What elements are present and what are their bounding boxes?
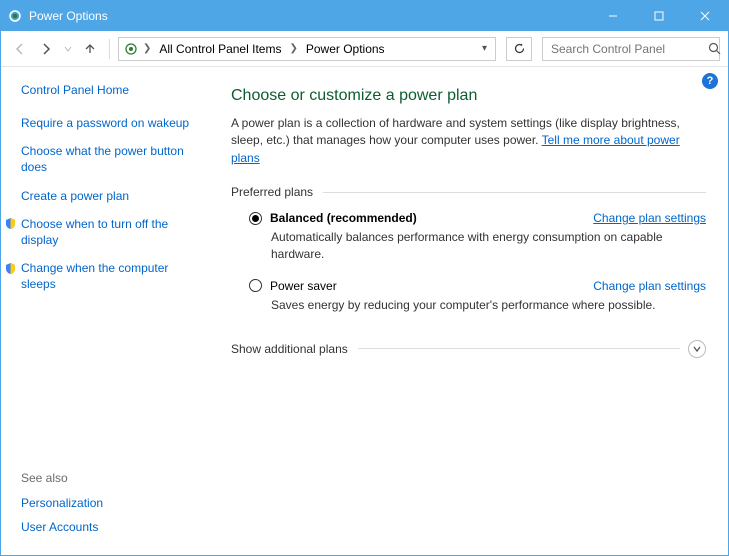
page-heading: Choose or customize a power plan: [231, 87, 706, 105]
close-button[interactable]: [682, 1, 728, 31]
sidebar: Control Panel Home Require a password on…: [1, 67, 211, 555]
see-also-label: See also: [21, 471, 201, 485]
plan-name[interactable]: Balanced (recommended): [270, 211, 417, 225]
sidebar-link-create-plan[interactable]: Create a power plan: [21, 188, 201, 204]
refresh-button[interactable]: [506, 37, 532, 61]
address-bar[interactable]: ❯ All Control Panel Items ❯ Power Option…: [118, 37, 496, 61]
sidebar-link-require-password[interactable]: Require a password on wakeup: [21, 115, 201, 131]
navbar: ❯ All Control Panel Items ❯ Power Option…: [1, 31, 728, 67]
group-title: Preferred plans: [231, 185, 313, 199]
help-button[interactable]: ?: [702, 73, 718, 89]
minimize-button[interactable]: [590, 1, 636, 31]
plan-radio-power-saver[interactable]: [249, 279, 262, 292]
see-also-user-accounts[interactable]: User Accounts: [21, 519, 201, 535]
divider: [358, 348, 680, 349]
main-content: ? Choose or customize a power plan A pow…: [211, 67, 728, 555]
see-also-section: See also Personalization User Accounts: [21, 471, 201, 545]
preferred-plans-label: Preferred plans: [231, 185, 706, 199]
plan-header: Balanced (recommended) Change plan setti…: [249, 211, 706, 225]
plan-header: Power saver Change plan settings: [249, 279, 706, 293]
show-additional-label: Show additional plans: [231, 342, 358, 356]
breadcrumb-power-options[interactable]: Power Options: [302, 42, 389, 56]
control-panel-home-link[interactable]: Control Panel Home: [21, 83, 201, 97]
divider: [323, 192, 706, 193]
back-button[interactable]: [9, 38, 31, 60]
window-title: Power Options: [29, 9, 108, 23]
page-description: A power plan is a collection of hardware…: [231, 115, 706, 167]
window-buttons: [590, 1, 728, 31]
control-panel-icon: [123, 41, 139, 57]
address-dropdown[interactable]: ▾: [478, 43, 491, 54]
shield-icon: [3, 261, 17, 275]
plan-name[interactable]: Power saver: [270, 279, 337, 293]
plan-description: Automatically balances performance with …: [249, 225, 669, 263]
sidebar-link-turn-off-display[interactable]: Choose when to turn off the display: [21, 216, 201, 248]
chevron-right-icon[interactable]: ❯: [141, 43, 153, 54]
search-box[interactable]: [542, 37, 720, 61]
sidebar-link-computer-sleeps[interactable]: Change when the computer sleeps: [21, 260, 201, 292]
sidebar-item-label: Choose when to turn off the display: [21, 217, 168, 247]
change-plan-settings-link[interactable]: Change plan settings: [593, 279, 706, 293]
plan-power-saver: Power saver Change plan settings Saves e…: [231, 275, 706, 326]
shield-icon: [3, 217, 17, 231]
change-plan-settings-link[interactable]: Change plan settings: [593, 211, 706, 225]
breadcrumb-all-items[interactable]: All Control Panel Items: [155, 42, 285, 56]
separator: [109, 39, 110, 59]
power-options-icon: [7, 8, 23, 24]
recent-dropdown[interactable]: [61, 38, 75, 60]
see-also-personalization[interactable]: Personalization: [21, 495, 201, 511]
plan-balanced: Balanced (recommended) Change plan setti…: [231, 207, 706, 275]
up-button[interactable]: [79, 38, 101, 60]
chevron-down-icon[interactable]: [688, 340, 706, 358]
forward-button[interactable]: [35, 38, 57, 60]
show-additional-plans[interactable]: Show additional plans: [231, 340, 706, 358]
plan-radio-balanced[interactable]: [249, 212, 262, 225]
titlebar: Power Options: [1, 1, 728, 31]
sidebar-item-label: Change when the computer sleeps: [21, 261, 168, 291]
search-input[interactable]: [549, 41, 708, 57]
plan-description: Saves energy by reducing your computer's…: [249, 293, 669, 314]
maximize-button[interactable]: [636, 1, 682, 31]
chevron-right-icon[interactable]: ❯: [287, 43, 299, 54]
search-icon[interactable]: [708, 42, 721, 55]
sidebar-link-power-button[interactable]: Choose what the power button does: [21, 143, 201, 175]
body: Control Panel Home Require a password on…: [1, 67, 728, 555]
